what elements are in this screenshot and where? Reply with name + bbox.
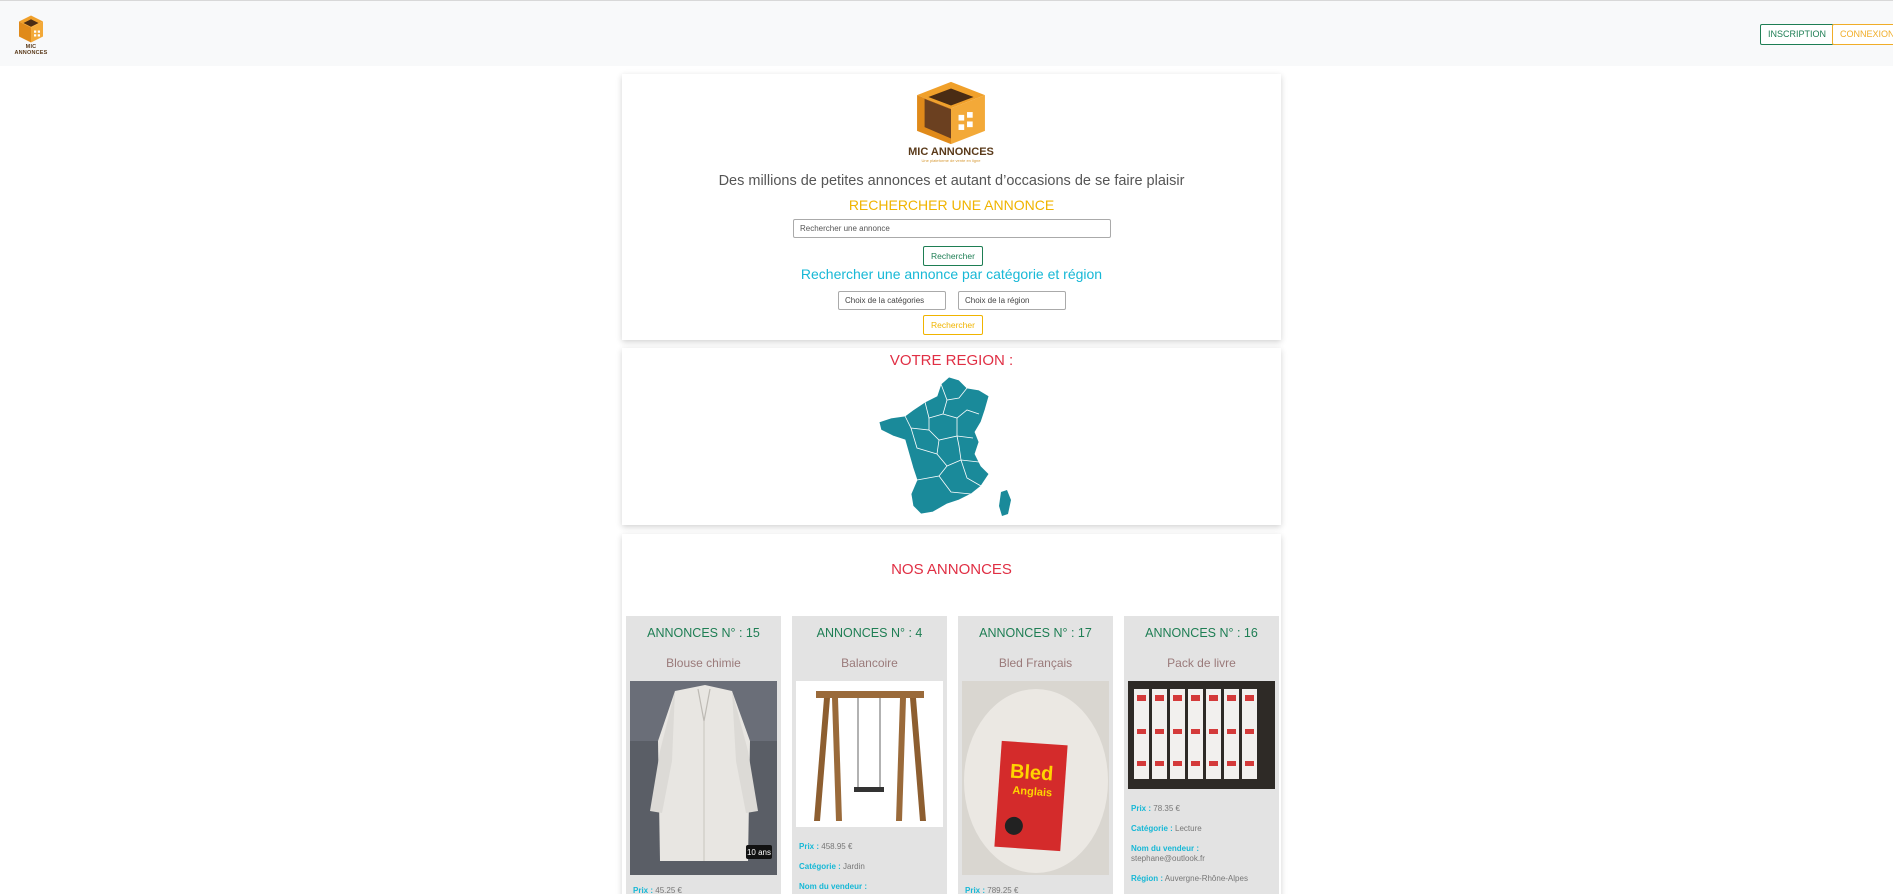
inscription-button[interactable]: INSCRIPTION — [1760, 24, 1835, 45]
hero-tagline: Des millions de petites annonces et auta… — [718, 173, 1185, 189]
hero-logo-tagline: Une plateforme de vente en ligne — [921, 158, 981, 163]
seller-label: Nom du vendeur : — [799, 882, 868, 891]
ad-title[interactable]: Balancoire — [792, 656, 947, 670]
books-pack-photo[interactable] — [1128, 681, 1275, 789]
region-select[interactable]: Choix de la région — [958, 291, 1066, 310]
ad-region: Région : Auvergne-Rhône-Alpes — [1131, 874, 1248, 884]
swing-photo[interactable] — [796, 681, 943, 827]
ad-price: Prix : 458.95 € — [799, 842, 852, 852]
ad-number: ANNONCES N° : 4 — [816, 626, 923, 640]
top-navbar: MIC ANNONCES INSCRIPTION CONNEXION — [0, 0, 1893, 66]
category-search-heading: Rechercher une annonce par catégorie et … — [800, 266, 1103, 282]
ad-title[interactable]: Bled Français — [958, 656, 1113, 670]
site-logo[interactable]: MIC ANNONCES — [10, 14, 52, 56]
ad-category: Catégorie : Lecture — [1131, 824, 1202, 834]
book-title-text: Bled — [1009, 761, 1054, 786]
category-label: Catégorie : — [1131, 824, 1173, 833]
site-logo-text: MIC ANNONCES — [14, 44, 48, 56]
price-value: 458.95 € — [821, 842, 853, 851]
ad-title[interactable]: Pack de livre — [1124, 656, 1279, 670]
box-logo-icon — [917, 81, 985, 145]
category-label: Catégorie : — [799, 862, 841, 871]
search-card: MIC ANNONCES Une plateforme de vente en … — [622, 74, 1281, 340]
category-value: Lecture — [1175, 824, 1202, 833]
box-logo-icon — [19, 15, 43, 43]
price-label: Prix : — [1131, 804, 1152, 813]
search-heading: RECHERCHER UNE ANNONCE — [848, 197, 1055, 213]
ads-card: NOS ANNONCES ANNONCES N° : 15 Blouse chi… — [622, 534, 1281, 894]
ad-card-17[interactable]: ANNONCES N° : 17 Bled Français Bled Angl… — [958, 616, 1113, 894]
ad-number: ANNONCES N° : 16 — [1145, 626, 1258, 640]
ad-title[interactable]: Blouse chimie — [626, 656, 781, 670]
price-value: 45.25 € — [655, 886, 682, 894]
region-label: Région : — [1131, 874, 1163, 883]
search-input[interactable]: Rechercher une annonce — [793, 219, 1111, 238]
ad-category: Catégorie : Jardin — [799, 862, 865, 872]
ad-seller: Nom du vendeur : — [799, 882, 867, 892]
region-heading: VOTRE REGION : — [889, 352, 1014, 369]
ad-card-4[interactable]: ANNONCES N° : 4 Balancoire Prix : 458.95… — [792, 616, 947, 894]
category-select[interactable]: Choix de la catégories — [838, 291, 946, 310]
category-value: Jardin — [843, 862, 865, 871]
price-value: 789.25 € — [987, 886, 1019, 894]
price-label: Prix : — [633, 886, 654, 894]
category-search-button[interactable]: Rechercher — [923, 315, 983, 335]
region-value: Auvergne-Rhône-Alpes — [1164, 874, 1248, 883]
ad-card-16[interactable]: ANNONCES N° : 16 Pack de livre Prix: 78… — [1124, 616, 1279, 894]
ad-price: Prix : 789.25 € — [965, 886, 1018, 894]
ad-price: Prix : 45.25 € — [633, 886, 682, 894]
hero-logo: MIC ANNONCES Une plateforme de vente en … — [903, 80, 999, 164]
lab-coat-photo[interactable]: 10 ans — [630, 681, 777, 875]
photo-overlay-text: 10 ans — [747, 848, 771, 857]
book-photo[interactable]: Bled Anglais — [962, 681, 1109, 875]
france-map[interactable] — [877, 374, 1027, 518]
seller-value: stephane@outlook.fr — [1131, 854, 1205, 863]
corsica-shape[interactable] — [999, 490, 1011, 516]
france-map-shape[interactable] — [878, 376, 990, 515]
seller-label: Nom du vendeur : — [1131, 844, 1200, 853]
hero-logo-name: MIC ANNONCES — [908, 146, 994, 158]
connexion-button[interactable]: CONNEXION — [1832, 24, 1893, 45]
ad-seller: Nom du vendeur : stephane@outlook.fr — [1131, 844, 1205, 864]
ad-card-15[interactable]: ANNONCES N° : 15 Blouse chimie 10 ans Pr… — [626, 616, 781, 894]
ad-number: ANNONCES N° : 17 — [979, 626, 1092, 640]
ad-price: Prix : 78.35 € — [1131, 804, 1180, 814]
region-card: VOTRE REGION : — [622, 348, 1281, 525]
ads-heading: NOS ANNONCES — [891, 561, 1012, 578]
search-button[interactable]: Rechercher — [923, 246, 983, 266]
price-label: Prix : — [965, 886, 986, 894]
price-label: Prix : — [799, 842, 820, 851]
price-value: 78.35 € — [1153, 804, 1180, 813]
ad-number: ANNONCES N° : 15 — [647, 626, 760, 640]
